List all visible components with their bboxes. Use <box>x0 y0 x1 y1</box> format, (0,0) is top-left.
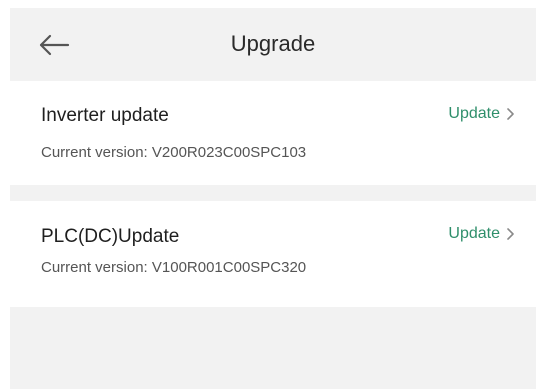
header-bar: Upgrade <box>10 8 536 81</box>
item-version: Current version: V100R001C00SPC320 <box>41 259 307 276</box>
update-label: Update <box>448 225 500 242</box>
plc-update-row: PLC(DC)Update Current version: V100R001C… <box>10 201 536 307</box>
item-name: PLC(DC)Update <box>41 226 180 247</box>
update-label: Update <box>448 105 500 122</box>
chevron-right-icon <box>506 227 515 241</box>
upgrade-page: Upgrade Inverter update Current version:… <box>0 0 536 389</box>
inverter-update-button[interactable]: Update <box>448 103 515 125</box>
item-version: Current version: V200R023C00SPC103 <box>41 144 307 161</box>
plc-update-button[interactable]: Update <box>448 223 515 245</box>
section-divider <box>10 185 536 201</box>
item-name: Inverter update <box>41 105 169 126</box>
empty-area <box>10 307 536 389</box>
inverter-update-row: Inverter update Current version: V200R02… <box>10 81 536 185</box>
chevron-right-icon <box>506 107 515 121</box>
page-title: Upgrade <box>230 31 316 56</box>
